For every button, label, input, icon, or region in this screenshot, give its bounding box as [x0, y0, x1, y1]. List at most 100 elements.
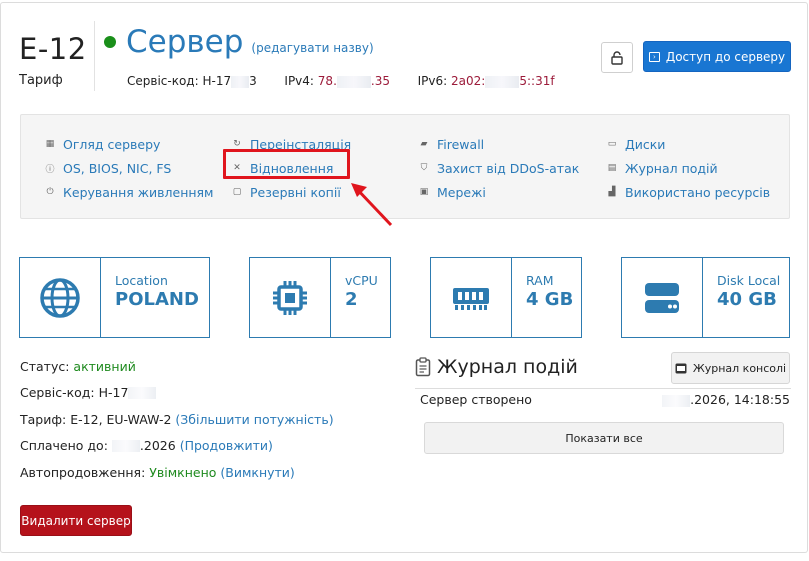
console-log-label: Журнал консолі — [692, 361, 787, 375]
tariff-label: Тариф — [19, 73, 63, 88]
log-icon: ▤ — [607, 163, 617, 173]
stat-disk: Disk Local 40 GB — [621, 257, 790, 338]
info-icon: ⓘ — [45, 164, 55, 175]
cpu-icon — [250, 258, 331, 337]
terminal-icon: › — [648, 51, 660, 62]
service-code-end: 3 — [249, 74, 257, 88]
nav-item-ddos[interactable]: ⛉ Захист від DDoS-атак — [419, 156, 580, 180]
nav-column-3: ▰ Firewall ⛉ Захист від DDoS-атак ▣ Мережі — [419, 132, 580, 204]
redacted-mask — [111, 439, 140, 452]
nav-item-resources[interactable]: ▟ Використано ресурсів — [607, 180, 771, 204]
nav-item-networks[interactable]: ▣ Мережі — [419, 180, 579, 204]
nav-item-event-log[interactable]: ▤ Журнал подій — [607, 156, 770, 180]
nav-item-backups[interactable]: ▢ Резервні копії — [232, 180, 351, 204]
server-title: Сервер — [126, 24, 244, 60]
rename-link[interactable]: (редагувати назву) — [251, 41, 373, 55]
clipboard-icon — [415, 357, 431, 377]
redacted-mask — [231, 75, 250, 88]
redacted-mask — [485, 75, 520, 88]
memory-icon — [431, 258, 512, 337]
status-dot-icon — [104, 36, 116, 48]
status-value: активний — [73, 358, 136, 374]
info-label: Сервіс-код: — [20, 385, 95, 401]
event-log-header: Журнал подій — [415, 356, 578, 378]
nav-item-label: Firewall — [437, 136, 485, 152]
stat-ram-value: 4 GB — [526, 289, 574, 310]
network-icon: ▣ — [419, 187, 429, 197]
info-autorenew-row: Автопродовження: Увімкнено (Вимкнути) — [20, 459, 334, 486]
globe-icon — [20, 258, 101, 337]
ipv4-label: IPv4: — [284, 74, 314, 88]
nav-item-label: Використано ресурсів — [625, 184, 771, 200]
nav-item-label: OS, BIOS, NIC, FS — [63, 160, 172, 176]
stat-location-value: POLAND — [115, 289, 199, 310]
disable-autorenew-link[interactable]: (Вимкнути) — [220, 465, 294, 480]
chart-icon: ▟ — [608, 187, 616, 197]
log-divider — [415, 388, 791, 389]
nav-column-1: ▦ Огляд серверу ⓘ OS, BIOS, NIC, FS ⏻ Керув… — [45, 132, 214, 204]
nav-item-overview[interactable]: ▦ Огляд серверу — [45, 132, 214, 156]
info-status-row: Статус: активний — [20, 353, 334, 380]
console-log-button[interactable]: Журнал консолі — [671, 352, 790, 384]
log-entry: Сервер створено .2026, 14:18:55 — [420, 392, 790, 407]
nav-item-firewall[interactable]: ▰ Firewall — [419, 132, 579, 156]
reinstall-icon: ↻ — [233, 139, 241, 149]
nav-item-label: Керування живленням — [63, 184, 214, 200]
service-code-label: Сервіс-код: — [127, 74, 199, 88]
ipv6-label: IPv6: — [417, 74, 448, 88]
tariff-name: E-12 — [19, 32, 87, 66]
log-entry-text: Сервер створено — [420, 392, 532, 407]
info-label: Автопродовження: — [20, 464, 146, 480]
server-title-row: Сервер (редагувати назву) — [104, 23, 374, 61]
stat-vcpu: vCPU 2 — [249, 257, 391, 338]
lock-button[interactable] — [601, 42, 633, 73]
event-log-title: Журнал подій — [437, 356, 578, 378]
paid-value: .2026 — [139, 438, 176, 454]
info-paid-row: Сплачено до: .2026 (Продовжити) — [20, 433, 334, 460]
nav-column-4: ▭ Диски ▤ Журнал подій ▟ Використано ресурс… — [607, 132, 770, 204]
stat-vcpu-label: vCPU — [345, 273, 378, 288]
redacted-mask — [128, 386, 157, 399]
server-meta: Сервіс-код: H-17 3 IPv4: 78. .35 IPv6: 2a0… — [127, 74, 555, 88]
delete-server-button[interactable]: Видалити сервер — [20, 505, 132, 536]
info-service-code-row: Сервіс-код: H-17 — [20, 380, 334, 407]
stat-disk-label: Disk Local — [717, 273, 781, 288]
console-icon — [675, 363, 687, 373]
extend-link[interactable]: (Продовжити) — [180, 438, 273, 453]
info-label: Тариф: — [20, 411, 67, 427]
service-code-value: H-17 — [98, 385, 129, 401]
info-label: Статус: — [20, 358, 70, 374]
tariff-value: E-12, EU-WAW-2 — [70, 411, 172, 427]
info-label: Сплачено до: — [20, 438, 108, 454]
show-all-button[interactable]: Показати все — [424, 422, 784, 454]
server-access-label: Доступ до серверу — [665, 49, 786, 64]
server-access-button[interactable]: › Доступ до серверу — [643, 41, 791, 72]
nav-item-os-bios[interactable]: ⓘ OS, BIOS, NIC, FS — [45, 156, 214, 180]
nav-item-disks[interactable]: ▭ Диски — [607, 132, 770, 156]
nav-item-label: Журнал подій — [625, 160, 718, 176]
autorenew-value: Увімкнено — [149, 464, 217, 480]
ipv6-start: 2a02: — [451, 74, 486, 88]
annotation-arrow-icon — [351, 183, 393, 227]
power-icon: ⏻ — [46, 187, 54, 197]
firewall-icon: ▰ — [420, 139, 428, 149]
nav-item-label: Резервні копії — [250, 184, 341, 200]
ipv4-end: .35 — [370, 74, 390, 88]
redacted-mask — [336, 75, 371, 88]
disk-icon: ▭ — [607, 139, 617, 149]
nav-item-power[interactable]: ⏻ Керування живленням — [45, 180, 214, 204]
recovery-highlight-box — [223, 149, 350, 179]
unlock-icon — [611, 50, 623, 65]
service-code-start: H-17 — [202, 74, 232, 88]
stat-vcpu-value: 2 — [345, 289, 358, 310]
server-info: Статус: активний Сервіс-код: H-17 Тариф:… — [20, 353, 334, 486]
server-nav-panel: ▦ Огляд серверу ⓘ OS, BIOS, NIC, FS ⏻ Керув… — [20, 114, 790, 219]
overview-icon: ▦ — [45, 139, 55, 149]
shield-icon: ⛉ — [420, 163, 428, 173]
log-entry-time: .2026, 14:18:55 — [690, 392, 790, 407]
server-card: E-12 Тариф Сервер (редагувати назву) Сер… — [0, 2, 808, 553]
ipv4-start: 78. — [317, 74, 337, 88]
nav-item-label: Диски — [625, 136, 666, 152]
stat-ram-label: RAM — [526, 273, 554, 288]
upgrade-link[interactable]: (Збільшити потужність) — [175, 412, 333, 427]
